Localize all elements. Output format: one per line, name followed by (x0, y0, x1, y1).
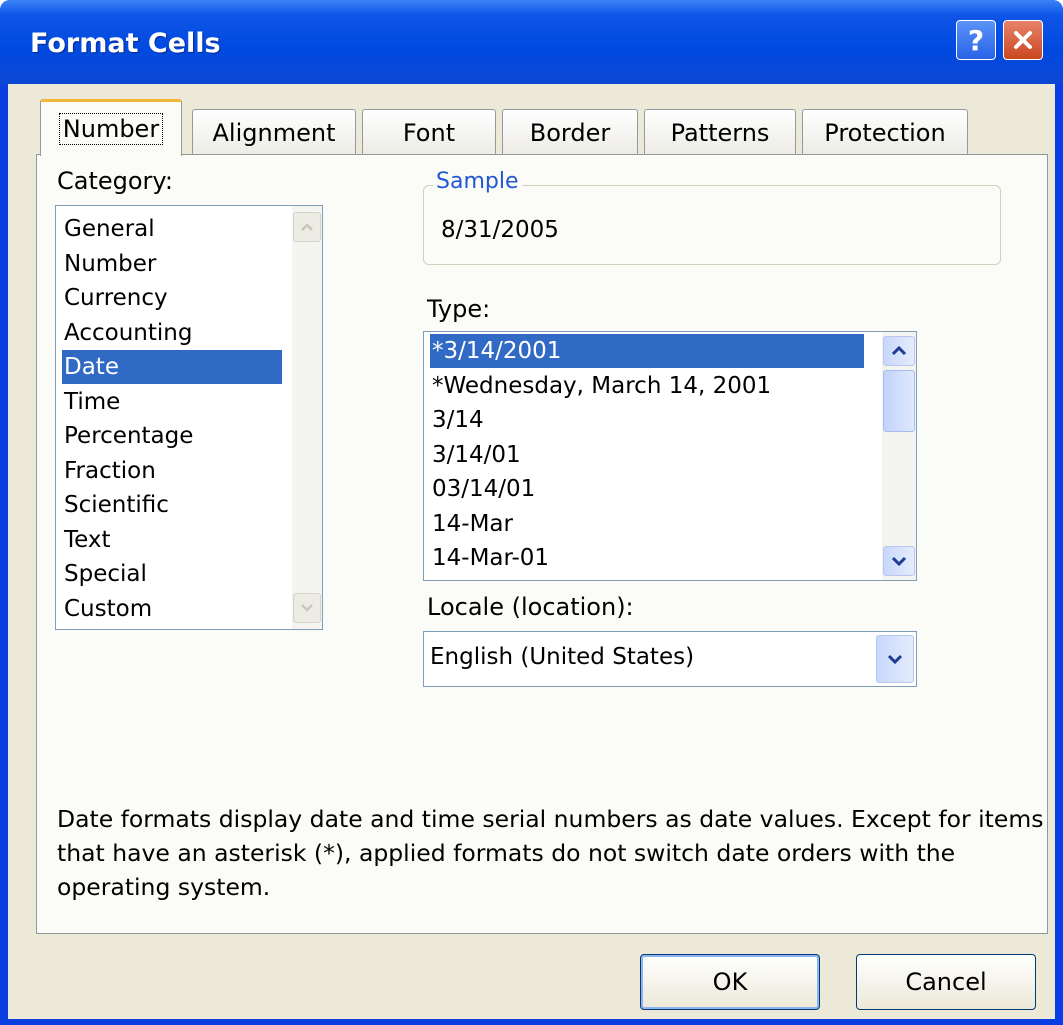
window-title: Format Cells (30, 28, 221, 59)
type-list-item[interactable]: 3/14 (430, 403, 864, 437)
tab-number[interactable]: Number (40, 99, 182, 156)
category-list-item[interactable]: General (62, 212, 282, 246)
category-list-item[interactable]: Special (62, 557, 282, 591)
ok-button[interactable]: OK (640, 954, 820, 1010)
help-icon: ? (967, 23, 985, 57)
category-list-item[interactable]: Percentage (62, 419, 282, 453)
type-scrollbar[interactable] (882, 332, 916, 580)
tab-patterns[interactable]: Patterns (644, 109, 796, 155)
ok-button-label: OK (712, 968, 748, 996)
format-description: Date formats display date and time seria… (57, 805, 1044, 901)
chevron-down-icon (301, 604, 313, 612)
type-list-item[interactable]: 14-Mar (430, 507, 864, 541)
tab-patterns-label: Patterns (670, 118, 770, 147)
format-cells-dialog: Format Cells ? Number Alignment Font Bor… (0, 0, 1063, 1025)
type-list-item[interactable]: 3/14/01 (430, 438, 864, 472)
category-list-item[interactable]: Currency (62, 281, 282, 315)
sample-legend: Sample (433, 169, 522, 194)
title-bar[interactable]: Format Cells ? (0, 0, 1063, 84)
type-list-item[interactable]: *3/14/2001 (430, 334, 864, 368)
tab-border[interactable]: Border (502, 109, 638, 155)
category-list-item[interactable]: Custom (62, 592, 282, 626)
category-list-item[interactable]: Text (62, 523, 282, 557)
dialog-body: Number Alignment Font Border Patterns Pr… (8, 84, 1055, 1019)
category-list-item[interactable]: Fraction (62, 454, 282, 488)
type-list-item[interactable]: 14-Mar-01 (430, 541, 864, 575)
tab-protection[interactable]: Protection (802, 109, 968, 155)
type-scroll-up-button[interactable] (883, 336, 915, 366)
type-scroll-down-button[interactable] (883, 546, 915, 576)
locale-label: Locale (location): (427, 593, 634, 621)
close-button[interactable] (1003, 20, 1043, 60)
sample-value: 8/31/2005 (441, 217, 559, 243)
close-icon (1014, 31, 1032, 49)
category-listbox[interactable]: General Number Currency Accounting Date Time P… (55, 205, 323, 630)
tab-alignment[interactable]: Alignment (192, 109, 356, 155)
chevron-down-icon (891, 556, 907, 567)
category-scroll-down-button[interactable] (293, 593, 321, 623)
category-list-item[interactable]: Scientific (62, 488, 282, 522)
tab-protection-label: Protection (824, 118, 946, 147)
type-list-item[interactable]: *Wednesday, March 14, 2001 (430, 369, 864, 403)
category-scrollbar[interactable] (292, 206, 322, 629)
locale-dropdown-button[interactable] (876, 635, 914, 683)
locale-value: English (United States) (430, 644, 695, 670)
type-label: Type: (427, 295, 491, 323)
category-scroll-up-button[interactable] (293, 212, 321, 242)
number-tab-panel: Category: General Number Currency Accountin… (36, 154, 1048, 934)
help-button[interactable]: ? (956, 20, 996, 60)
cancel-button[interactable]: Cancel (856, 954, 1036, 1010)
tab-font[interactable]: Font (362, 109, 496, 155)
tab-font-label: Font (402, 118, 456, 147)
category-list-item[interactable]: Accounting (62, 316, 282, 350)
category-list-item[interactable]: Date (62, 350, 282, 384)
type-list-item[interactable]: 03/14/01 (430, 472, 864, 506)
category-label: Category: (57, 167, 173, 195)
chevron-up-icon (891, 345, 907, 356)
tab-border-label: Border (529, 118, 611, 147)
chevron-up-icon (301, 223, 313, 231)
category-list-item[interactable]: Number (62, 247, 282, 281)
type-listbox[interactable]: *3/14/2001 *Wednesday, March 14, 2001 3/14… (423, 331, 917, 581)
cancel-button-label: Cancel (905, 968, 987, 996)
chevron-down-icon (887, 654, 903, 665)
category-list-item[interactable]: Time (62, 385, 282, 419)
locale-select[interactable]: English (United States) (423, 631, 917, 687)
tab-alignment-label: Alignment (212, 118, 336, 147)
tab-number-label: Number (58, 113, 164, 145)
type-scroll-thumb[interactable] (883, 370, 915, 432)
